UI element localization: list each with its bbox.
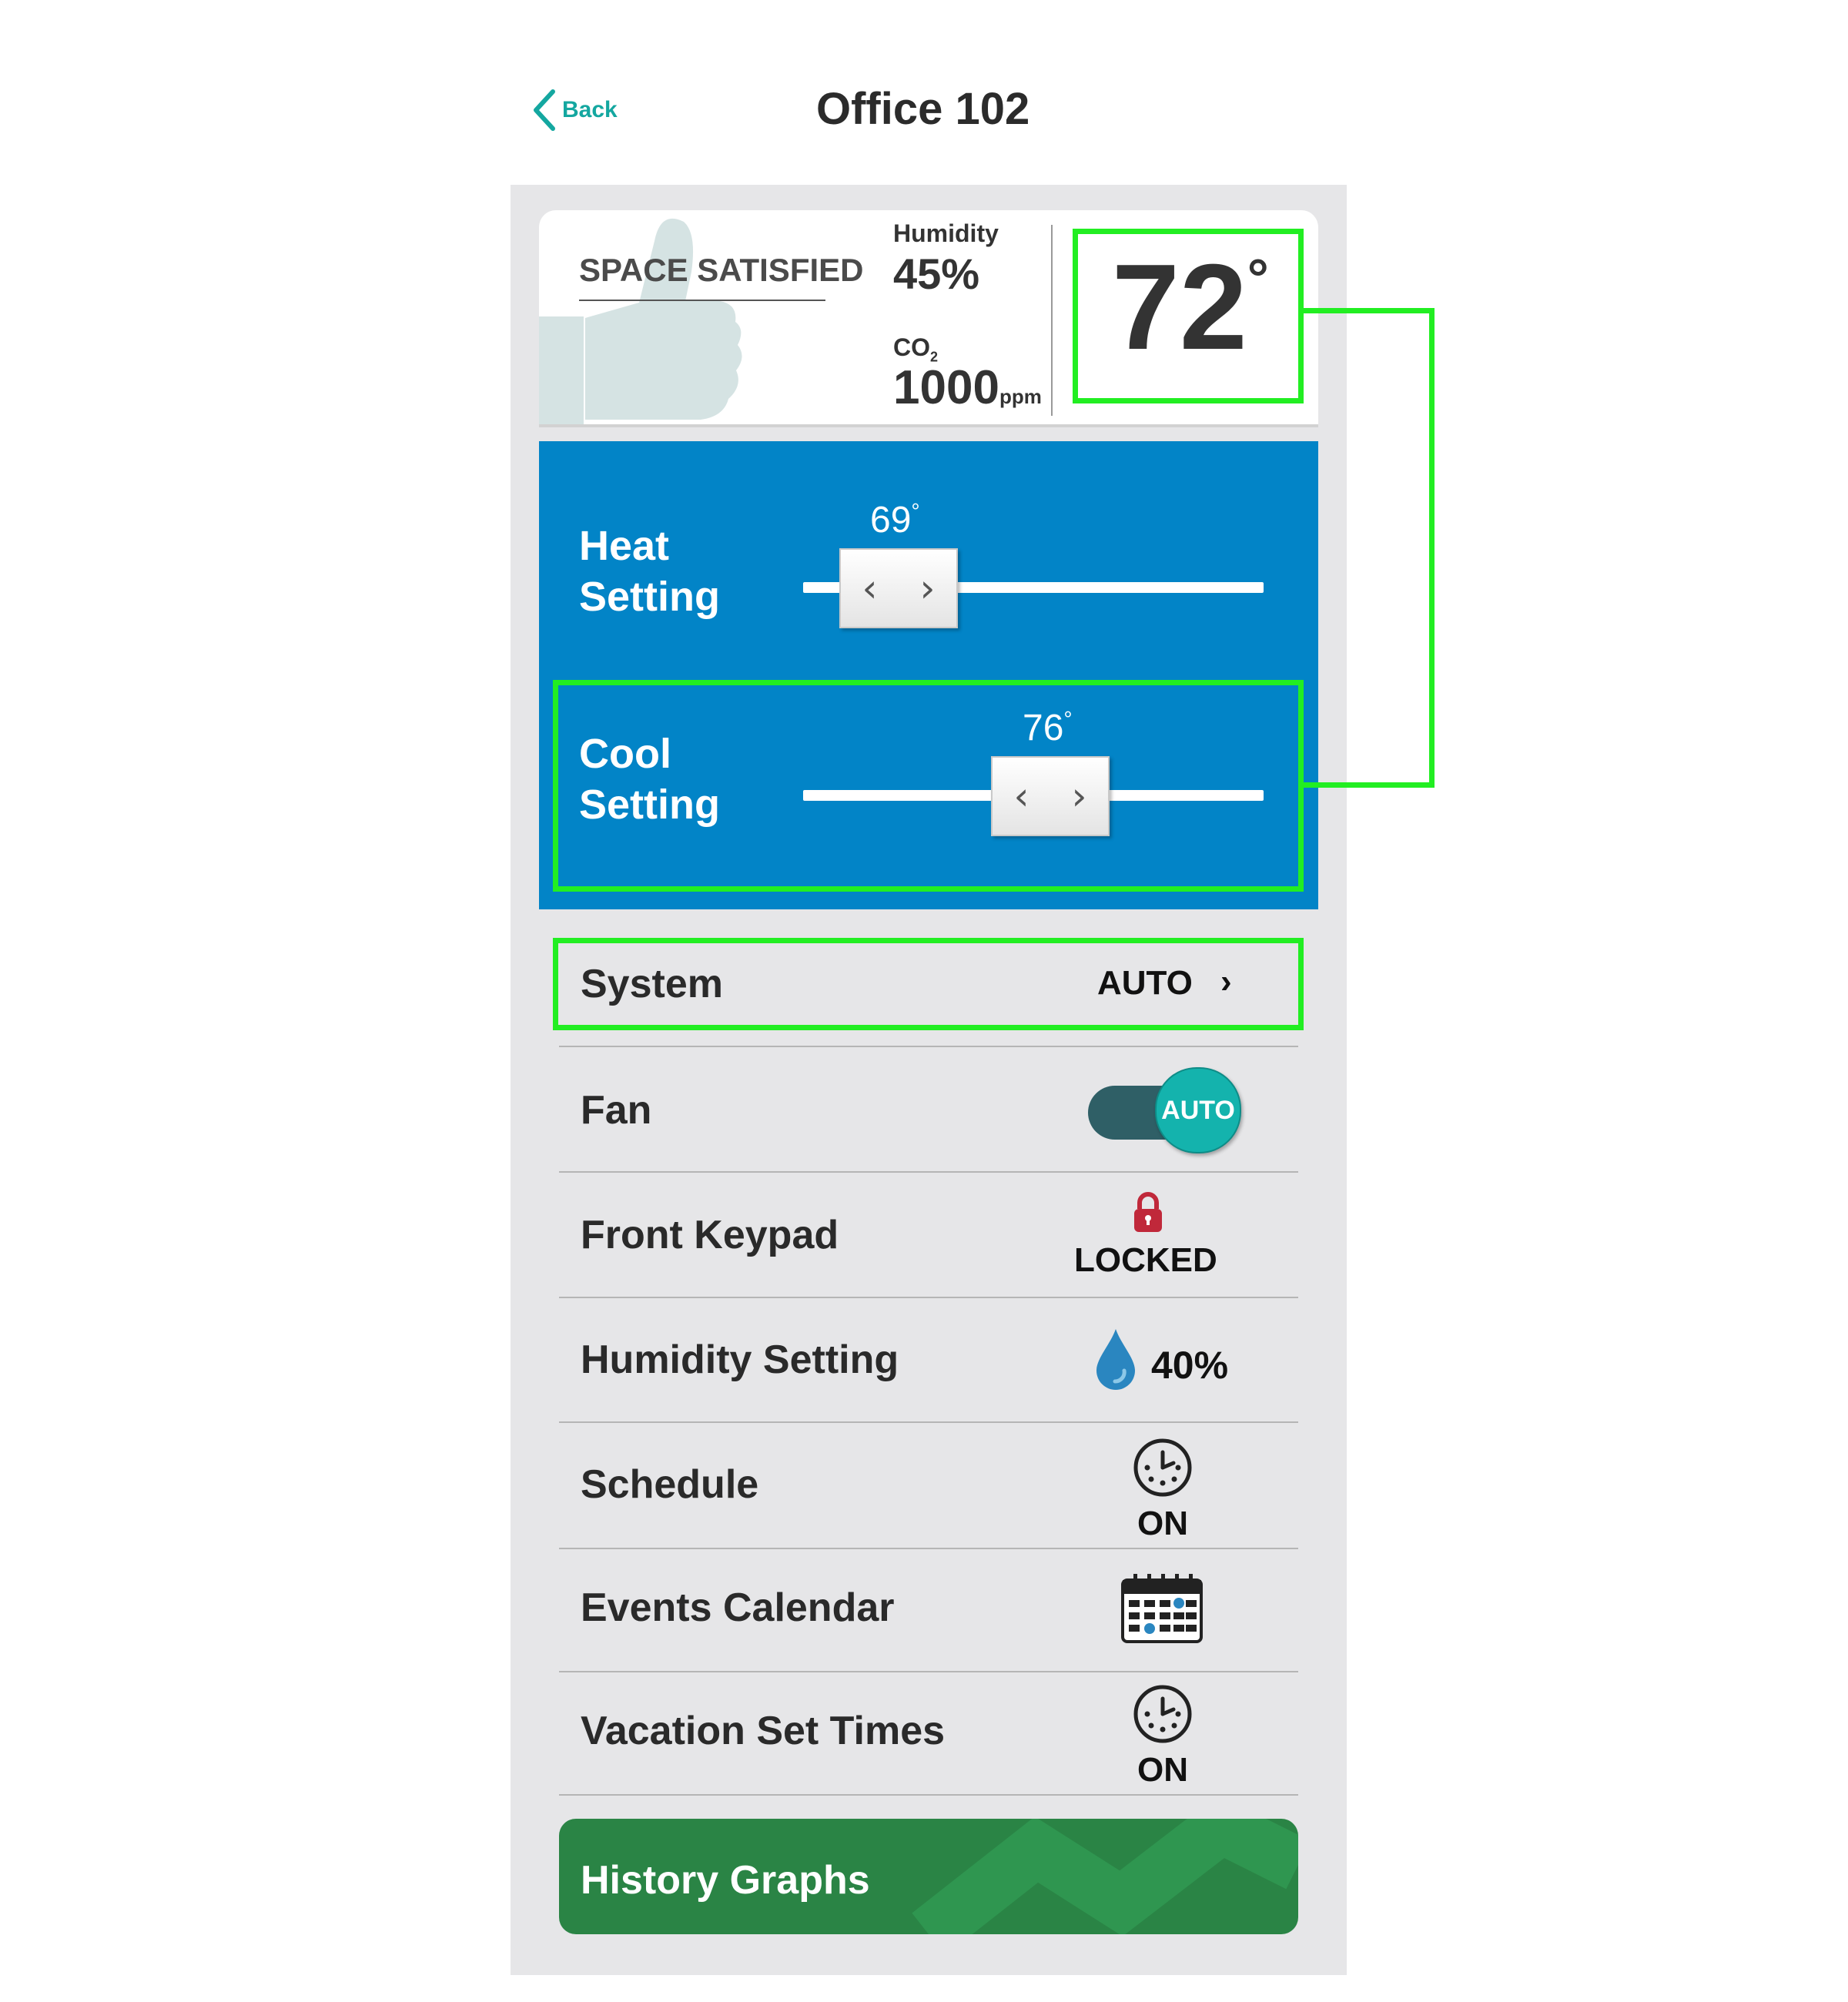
space-status-underline xyxy=(579,300,825,301)
cool-setting-highlight-box xyxy=(553,680,1304,892)
thumbs-up-icon xyxy=(539,218,742,424)
schedule-label: Schedule xyxy=(581,1462,759,1507)
row-divider xyxy=(559,1548,1298,1549)
schedule-status[interactable]: ON xyxy=(1137,1505,1188,1543)
co2-value: 1000ppm xyxy=(893,361,1042,414)
heat-setting-label: Heat Setting xyxy=(579,523,720,620)
row-divider xyxy=(559,1297,1298,1298)
row-divider xyxy=(559,1046,1298,1047)
vacation-set-times-label: Vacation Set Times xyxy=(581,1709,946,1753)
space-status-text: SPACE SATISFIED xyxy=(579,252,864,288)
front-keypad-status[interactable]: LOCKED xyxy=(1074,1241,1217,1280)
back-button[interactable]: Back xyxy=(531,89,618,132)
events-calendar-label: Events Calendar xyxy=(581,1585,895,1630)
row-divider xyxy=(559,1671,1298,1672)
vacation-status[interactable]: ON xyxy=(1137,1751,1188,1789)
heat-slider-thumb[interactable]: ‹ › xyxy=(839,548,958,628)
highlight-connector-vertical xyxy=(1429,308,1435,788)
page-title: Office 102 xyxy=(816,84,1030,134)
system-row[interactable] xyxy=(553,938,1304,1030)
lock-icon xyxy=(1134,1192,1162,1232)
front-keypad-label: Front Keypad xyxy=(581,1213,839,1257)
humidity-value: 45% xyxy=(893,249,980,298)
calendar-icon[interactable] xyxy=(1120,1572,1204,1645)
chevron-left-icon: ‹ xyxy=(862,566,878,611)
water-drop-icon xyxy=(1096,1329,1135,1390)
humidity-setting-value[interactable]: 40% xyxy=(1151,1343,1228,1388)
fan-label: Fan xyxy=(581,1088,652,1133)
row-divider xyxy=(559,1794,1298,1796)
chevron-left-icon xyxy=(534,89,555,131)
card-divider xyxy=(1051,225,1053,416)
highlight-connector-top xyxy=(1304,308,1435,313)
heat-setting-value: 69° xyxy=(870,499,920,541)
highlight-connector-bottom xyxy=(1304,782,1435,788)
clock-icon xyxy=(1133,1685,1192,1743)
chevron-right-icon: › xyxy=(919,566,936,611)
fan-toggle-knob[interactable]: AUTO xyxy=(1155,1067,1241,1153)
temperature-highlight-box xyxy=(1073,229,1304,403)
back-label: Back xyxy=(562,97,618,122)
row-divider xyxy=(559,1171,1298,1173)
history-graphs-label: History Graphs xyxy=(581,1858,870,1903)
humidity-label: Humidity xyxy=(893,219,999,247)
row-divider xyxy=(559,1421,1298,1423)
humidity-setting-label: Humidity Setting xyxy=(581,1337,899,1382)
clock-icon xyxy=(1133,1438,1192,1497)
